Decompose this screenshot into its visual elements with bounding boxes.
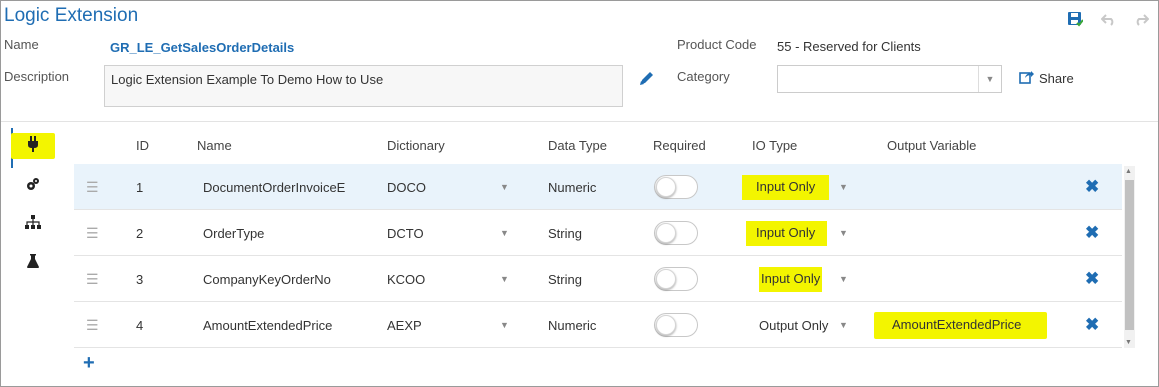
io-type-cell: Input Only [759, 256, 823, 302]
chevron-down-icon[interactable]: ▼ [500, 164, 509, 210]
io-type-value[interactable]: Input Only [742, 174, 830, 200]
chevron-down-icon[interactable]: ▼ [500, 302, 509, 348]
tab-operations[interactable] [11, 171, 55, 201]
table-row[interactable]: ☰ 1 DocumentOrderInvoiceE DOCO ▼ Numeric… [74, 164, 1122, 210]
window: Logic Extension Name GR_LE_GetSalesOrder… [0, 0, 1159, 387]
save-icon[interactable] [1067, 11, 1084, 32]
row-dictionary[interactable]: DOCO [387, 164, 426, 210]
add-row-button[interactable]: + [83, 352, 95, 374]
drag-handle-icon[interactable]: ☰ [86, 164, 99, 210]
gears-icon [26, 177, 40, 196]
row-dictionary[interactable]: DCTO [387, 210, 424, 256]
io-type-value[interactable]: Input Only [759, 266, 823, 292]
row-data-type: Numeric [548, 317, 597, 333]
product-code-label: Product Code [677, 37, 757, 52]
io-type-cell: Input Only [742, 164, 830, 210]
tab-structure[interactable] [11, 209, 55, 239]
required-toggle[interactable] [654, 210, 698, 256]
scroll-up-icon[interactable]: ▲ [1125, 168, 1132, 175]
name-label: Name [4, 37, 39, 52]
row-id: 2 [136, 225, 144, 241]
io-type-cell: Input Only [746, 210, 828, 256]
table-row[interactable]: ☰ 4 AmountExtendedPrice AEXP ▼ Numeric O… [74, 302, 1122, 348]
header-io-type: IO Type [752, 138, 798, 153]
divider [1, 121, 1158, 122]
io-type-value[interactable]: Input Only [746, 220, 828, 246]
share-label: Share [1039, 71, 1074, 86]
row-name[interactable]: DocumentOrderInvoiceE [203, 164, 345, 210]
chevron-down-icon: ▼ [978, 66, 1001, 92]
io-type-value[interactable]: Output Only [759, 302, 828, 348]
row-data-type: Numeric [548, 179, 597, 195]
redo-icon[interactable] [1133, 12, 1150, 31]
drag-handle-icon[interactable]: ☰ [86, 302, 99, 348]
output-variable-value[interactable]: AmountExtendedPrice [874, 311, 1048, 339]
description-label: Description [4, 69, 70, 84]
name-value[interactable]: GR_LE_GetSalesOrderDetails [110, 40, 294, 55]
drag-handle-icon[interactable]: ☰ [86, 210, 99, 256]
row-id: 3 [136, 271, 144, 287]
output-variable-cell: AmountExtendedPrice [874, 302, 1048, 348]
header-required: Required [653, 138, 706, 153]
table-row[interactable]: ☰ 2 OrderType DCTO ▼ String Input Only ▼… [74, 210, 1122, 256]
chevron-down-icon[interactable]: ▼ [839, 256, 848, 302]
row-data-type: String [548, 271, 582, 287]
plug-icon [27, 135, 39, 157]
tab-parameters[interactable] [11, 133, 55, 159]
delete-icon[interactable]: ✖ [1085, 164, 1099, 210]
page-title: Logic Extension [4, 5, 139, 26]
plus-icon: + [83, 352, 95, 374]
row-id: 4 [136, 317, 144, 333]
header-dictionary: Dictionary [387, 138, 445, 153]
share-button[interactable]: Share [1019, 70, 1074, 87]
description-field[interactable]: Logic Extension Example To Demo How to U… [104, 65, 623, 107]
row-data-type: String [548, 225, 582, 241]
row-name[interactable]: CompanyKeyOrderNo [203, 256, 331, 302]
delete-icon[interactable]: ✖ [1085, 256, 1099, 302]
share-icon [1019, 70, 1034, 87]
undo-icon[interactable] [1100, 12, 1117, 31]
header-data-type: Data Type [548, 138, 608, 153]
delete-icon[interactable]: ✖ [1085, 302, 1099, 348]
product-code-value: 55 - Reserved for Clients [777, 39, 921, 54]
row-id: 1 [136, 179, 144, 195]
header-output-variable: Output Variable [887, 138, 977, 153]
header-name: Name [197, 138, 232, 153]
chevron-down-icon[interactable]: ▼ [839, 210, 848, 256]
required-toggle[interactable] [654, 302, 698, 348]
row-dictionary[interactable]: AEXP [387, 302, 422, 348]
row-name[interactable]: OrderType [203, 210, 264, 256]
row-name[interactable]: AmountExtendedPrice [203, 302, 332, 348]
table-row[interactable]: ☰ 3 CompanyKeyOrderNo KCOO ▼ String Inpu… [74, 256, 1122, 302]
required-toggle[interactable] [654, 256, 698, 302]
delete-icon[interactable]: ✖ [1085, 210, 1099, 256]
row-dictionary[interactable]: KCOO [387, 256, 425, 302]
chevron-down-icon[interactable]: ▼ [839, 164, 848, 210]
tab-test[interactable] [11, 248, 55, 278]
scroll-down-icon[interactable]: ▼ [1125, 339, 1132, 346]
scrollbar-thumb[interactable] [1125, 180, 1134, 330]
category-select[interactable]: ▼ [777, 65, 1002, 93]
vertical-scrollbar[interactable]: ▲ ▼ [1124, 166, 1135, 348]
category-label: Category [677, 69, 730, 84]
chevron-down-icon[interactable]: ▼ [500, 210, 509, 256]
drag-handle-icon[interactable]: ☰ [86, 256, 99, 302]
hierarchy-icon [25, 214, 41, 234]
flask-icon [27, 253, 39, 273]
chevron-down-icon[interactable]: ▼ [839, 302, 848, 348]
header-id: ID [136, 138, 149, 153]
required-toggle[interactable] [654, 164, 698, 210]
chevron-down-icon[interactable]: ▼ [500, 256, 509, 302]
edit-pencil-icon[interactable] [638, 69, 656, 92]
